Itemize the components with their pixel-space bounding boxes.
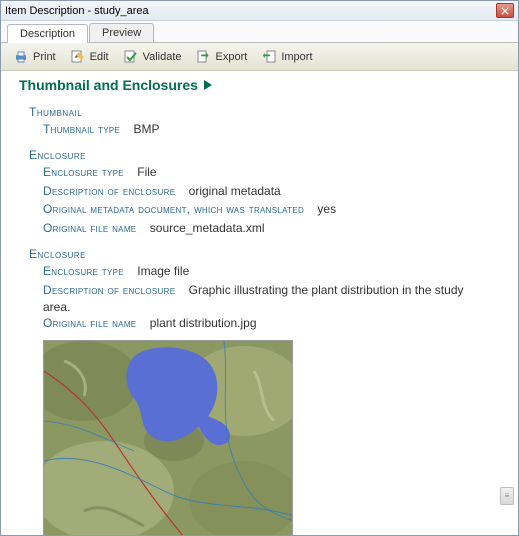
section-title: Thumbnail and Enclosures: [19, 77, 198, 93]
print-icon: [13, 49, 29, 65]
enclosure1-origfile-value: source_metadata.xml: [150, 221, 265, 235]
map-illustration: [44, 341, 293, 535]
window-title: Item Description - study_area: [5, 5, 496, 17]
edit-button[interactable]: Edit: [64, 46, 115, 68]
validate-label: Validate: [143, 51, 182, 63]
import-label: Import: [281, 51, 312, 63]
edit-icon: [70, 49, 86, 65]
enclosure1-type-label: Enclosure type: [43, 165, 124, 179]
print-button[interactable]: Print: [7, 46, 62, 68]
validate-button[interactable]: Validate: [117, 46, 188, 68]
enclosure2-type-label: Enclosure type: [43, 264, 124, 278]
enclosure1-origmeta-label: Original metadata document, which was tr…: [43, 202, 304, 216]
enclosure2-type-value: Image file: [137, 264, 189, 278]
thumbnail-type-label: Thumbnail type: [43, 122, 120, 136]
export-icon: [196, 49, 212, 65]
enclosure2-origfile-value: plant distribution.jpg: [150, 316, 257, 330]
toolbar: Print Edit Validate Export Import: [1, 43, 518, 71]
enclosure1-heading: Enclosure: [29, 148, 500, 162]
window-frame: Item Description - study_area Descriptio…: [0, 0, 519, 536]
tab-preview[interactable]: Preview: [89, 23, 154, 42]
thumbnail-type-value: BMP: [133, 122, 159, 136]
edit-label: Edit: [90, 51, 109, 63]
close-button[interactable]: [496, 3, 514, 18]
enclosure2-desc-label: Description of enclosure: [43, 283, 175, 297]
enclosure1-desc-value: original metadata: [189, 184, 281, 198]
tab-strip: Description Preview: [1, 21, 518, 43]
validate-icon: [123, 49, 139, 65]
section-header[interactable]: Thumbnail and Enclosures: [19, 77, 500, 93]
import-icon: [261, 49, 277, 65]
tab-description[interactable]: Description: [7, 24, 88, 43]
enclosure1-type-value: File: [137, 165, 156, 179]
enclosure2-origfile-label: Original file name: [43, 316, 136, 330]
thumbnail-heading: Thumbnail: [29, 105, 500, 119]
enclosure1-origmeta-value: yes: [317, 202, 336, 216]
close-icon: [501, 7, 509, 15]
titlebar: Item Description - study_area: [1, 1, 518, 21]
expand-icon: [204, 80, 212, 90]
scrollbar-thumb[interactable]: [500, 487, 514, 505]
enclosure-image: [43, 340, 293, 535]
enclosure1-origfile-label: Original file name: [43, 221, 136, 235]
enclosure2-heading: Enclosure: [29, 247, 500, 261]
export-button[interactable]: Export: [190, 46, 254, 68]
enclosure1-desc-label: Description of enclosure: [43, 184, 175, 198]
export-label: Export: [216, 51, 248, 63]
content-pane[interactable]: Thumbnail and Enclosures Thumbnail Thumb…: [1, 71, 518, 535]
print-label: Print: [33, 51, 56, 63]
import-button[interactable]: Import: [255, 46, 318, 68]
